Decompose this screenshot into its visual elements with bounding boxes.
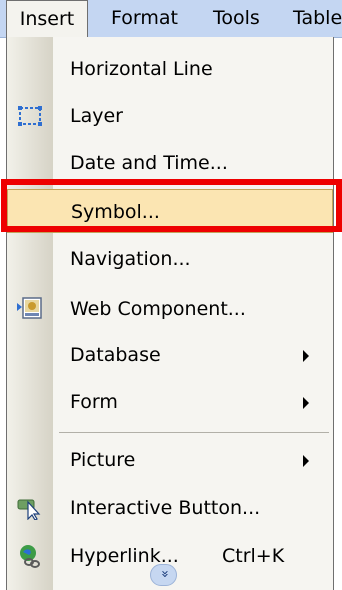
menu-item-label: Layer [70,105,123,127]
insert-menu-dropdown: Horizontal Line Layer Date and Time... S… [6,37,334,590]
menu-item-label: Interactive Button... [70,497,261,519]
menu-item-label: Navigation... [70,248,191,270]
menu-item-layer[interactable]: Layer [7,94,333,138]
menu-item-label: Date and Time... [70,152,228,174]
menu-item-navigation[interactable]: Navigation... [7,237,333,281]
chevron-double-down-icon: » [156,570,172,578]
menu-item-horizontal-line[interactable]: Horizontal Line [7,47,333,91]
menu-item-label: Horizontal Line [70,58,213,80]
menu-bar: Insert Format Tools Table [0,0,342,39]
hyperlink-icon [17,544,43,568]
menu-item-picture[interactable]: Picture [7,438,333,482]
menu-item-date-and-time[interactable]: Date and Time... [7,141,333,185]
menu-item-form[interactable]: Form [7,380,333,424]
menu-insert[interactable]: Insert [6,0,88,39]
menu-item-label: Database [70,344,161,366]
expand-menu-button[interactable]: » [150,564,177,586]
menu-item-shortcut: Ctrl+K [222,545,285,567]
submenu-arrow-icon [303,455,309,467]
menu-item-label: Picture [70,449,136,471]
menu-item-label: Symbol... [71,201,160,223]
web-component-icon [17,297,43,321]
menu-format[interactable]: Format [111,0,178,38]
menu-tools[interactable]: Tools [213,0,260,38]
menu-item-label: Form [70,391,118,413]
menu-item-symbol[interactable]: Symbol... [7,189,333,233]
menu-separator [59,432,329,433]
menu-table[interactable]: Table [293,0,342,38]
layer-icon [17,104,43,128]
submenu-arrow-icon [303,397,309,409]
menu-item-label: Web Component... [70,298,246,320]
interactive-button-icon [17,496,43,521]
menu-item-interactive-button[interactable]: Interactive Button... [7,486,333,530]
submenu-arrow-icon [303,350,309,362]
menu-item-database[interactable]: Database [7,333,333,377]
menu-item-web-component[interactable]: Web Component... [7,287,333,331]
